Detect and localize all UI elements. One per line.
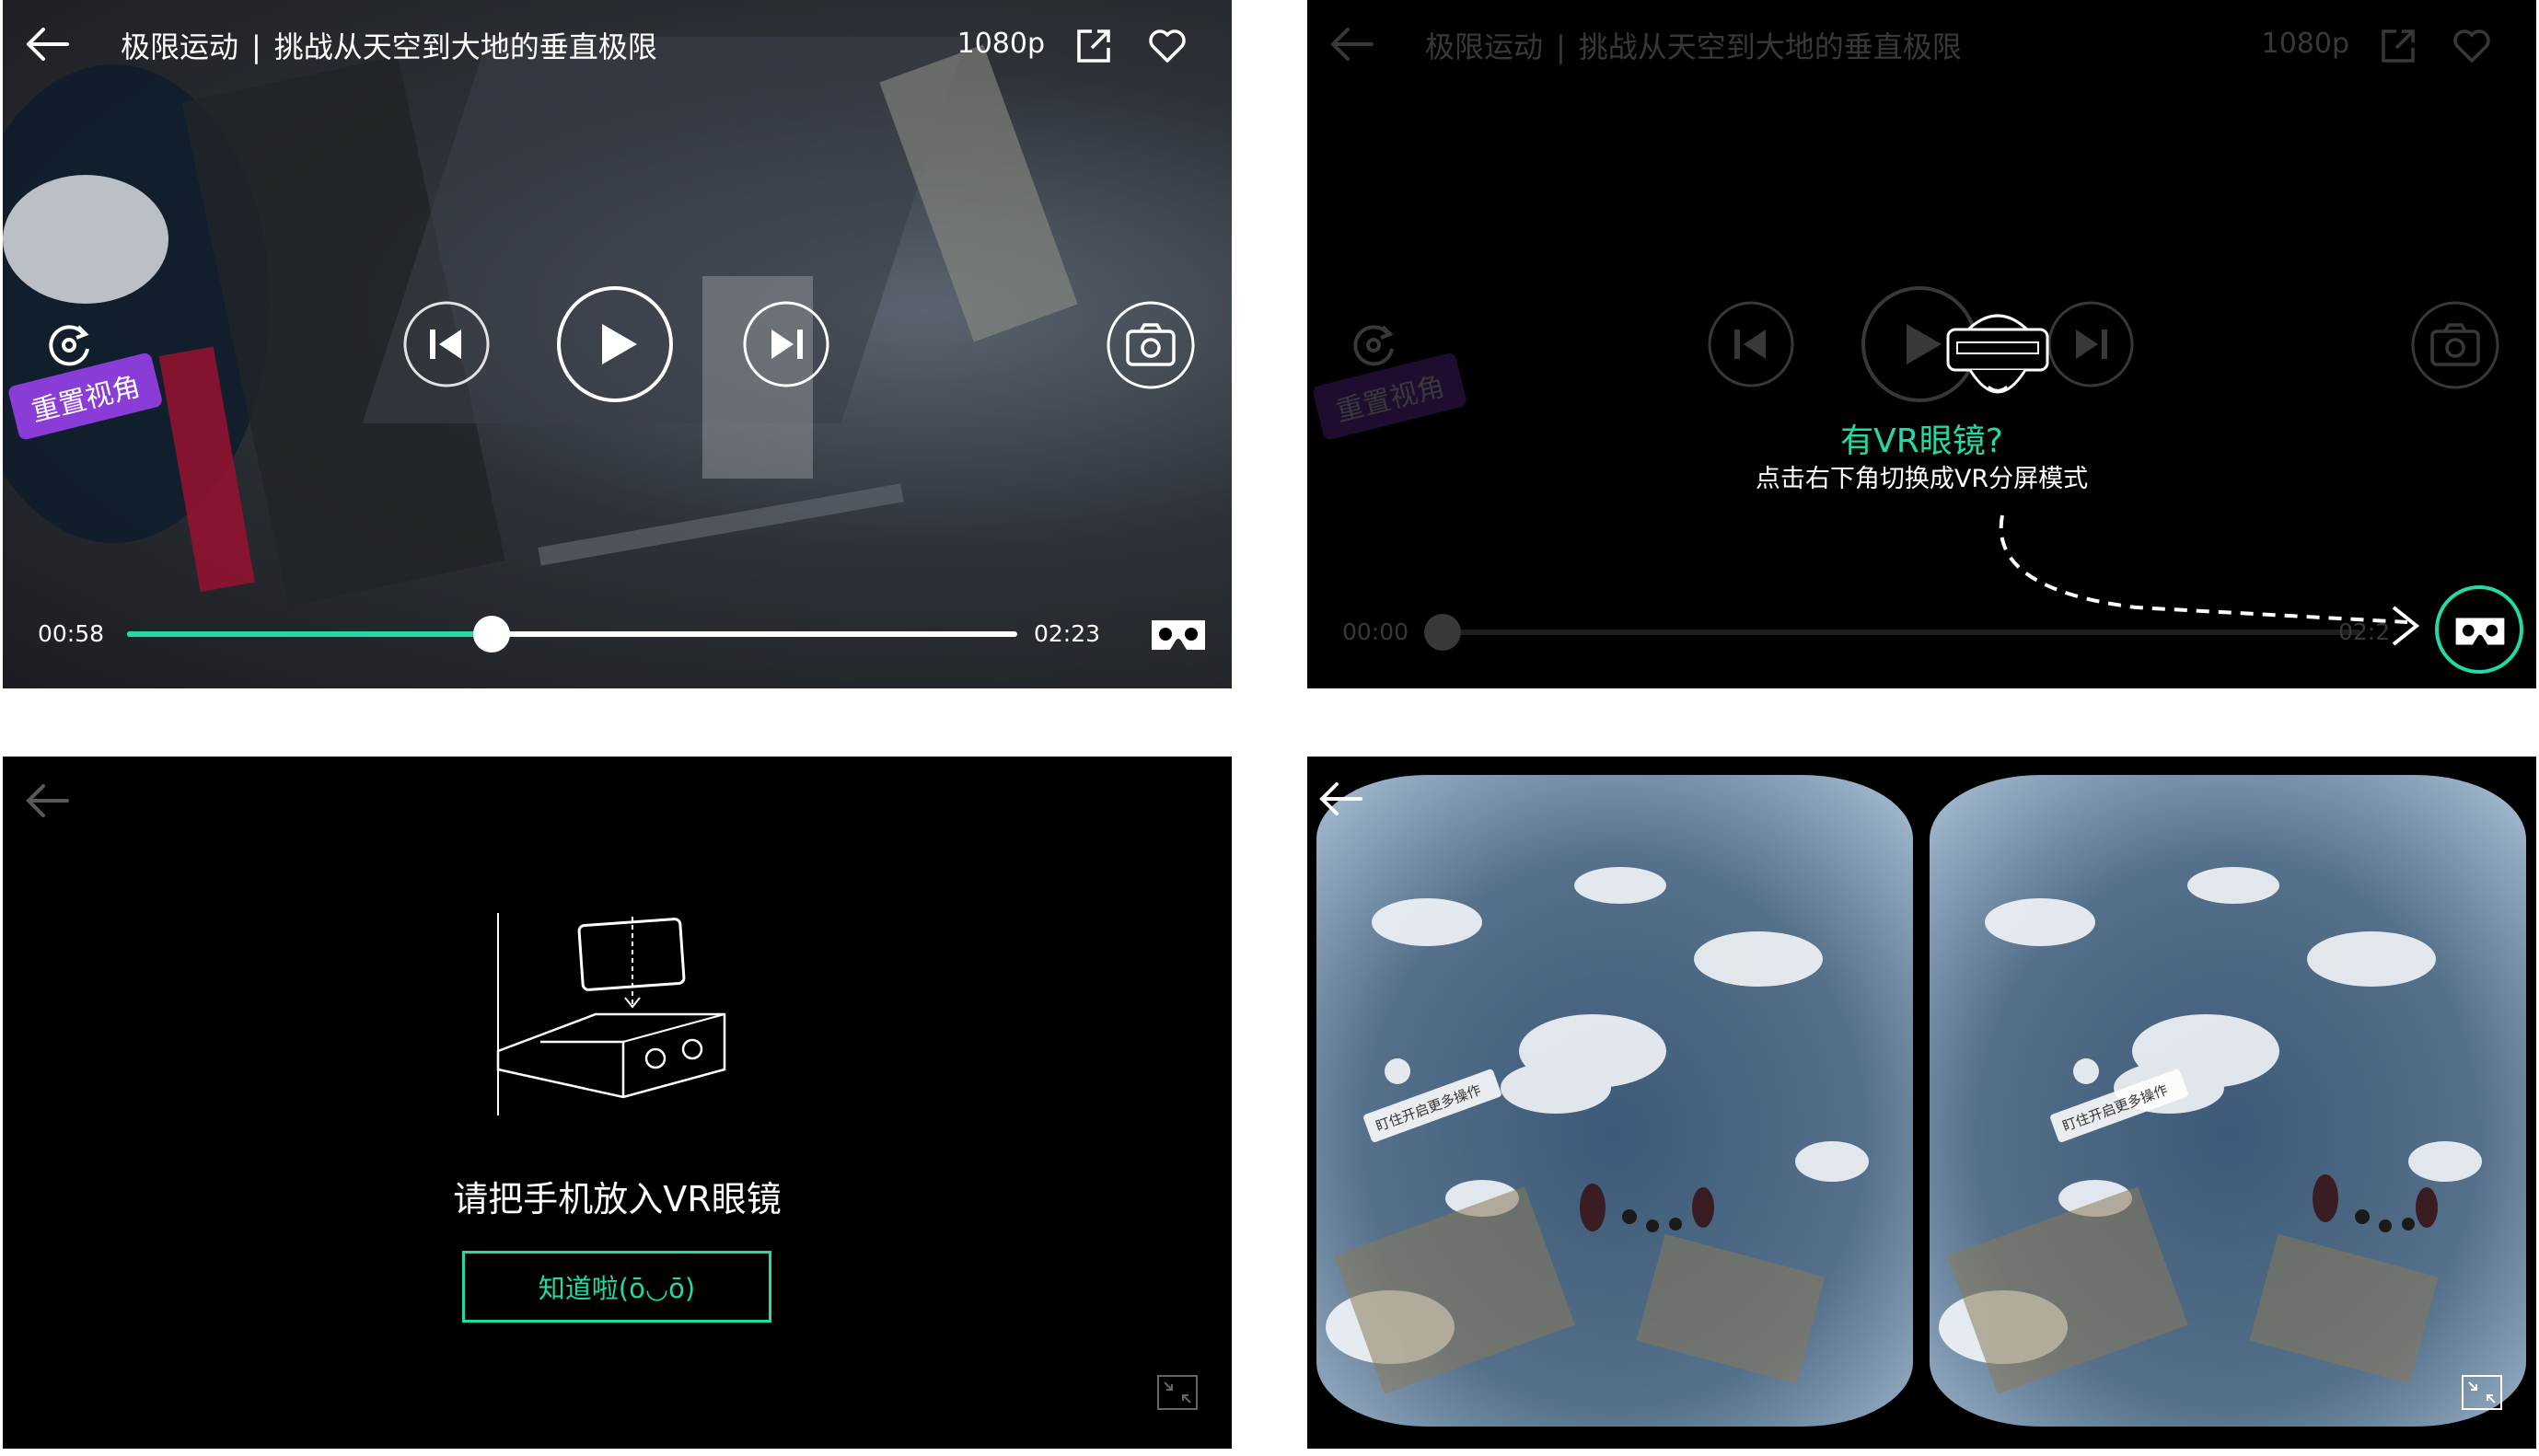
progress-fill xyxy=(127,631,493,637)
duration: 02:23 xyxy=(1034,620,1101,647)
dashed-arrow xyxy=(1999,514,2420,646)
back-icon[interactable] xyxy=(23,777,71,825)
back-icon[interactable] xyxy=(23,20,71,68)
top-bar: 极限运动 | 挑战从天空到大地的垂直极限 1080p xyxy=(3,0,1232,92)
title-category: 极限运动 xyxy=(121,29,239,64)
progress-track[interactable] xyxy=(127,616,1017,653)
title-separator: | xyxy=(251,29,261,64)
heart-icon[interactable] xyxy=(1147,26,1188,66)
shrink-icon[interactable] xyxy=(1157,1375,1198,1410)
camera-icon[interactable] xyxy=(1106,300,1196,390)
left-eye-view: 盯住开启更多操作 xyxy=(1316,775,1913,1427)
phone-setup-instruction: 请把手机放入VR眼镜 xyxy=(453,1179,782,1219)
reset-view-icon[interactable] xyxy=(41,318,97,373)
video-player-panel: 极限运动 | 挑战从天空到大地的垂直极限 1080p 重置视角 00:58 02… xyxy=(3,0,1232,688)
vr-tip-panel: 极限运动 | 挑战从天空到大地的垂直极限 1080p 重置视角 00:00 02… xyxy=(1307,0,2536,688)
shrink-icon[interactable] xyxy=(2462,1375,2502,1410)
current-time: 00:58 xyxy=(38,620,105,647)
vr-split-view-panel: 盯住开启更多操作 盯住开启更多操作 xyxy=(1307,757,2536,1449)
vr-glasses-icon xyxy=(2455,618,2505,645)
vr-glasses-icon[interactable] xyxy=(1148,615,1209,655)
quality-selector[interactable]: 1080p xyxy=(957,28,1045,60)
phone-setup-panel: 请把手机放入VR眼镜 知道啦(ō◡ō) xyxy=(3,757,1232,1449)
next-icon[interactable] xyxy=(742,300,830,388)
play-icon[interactable] xyxy=(556,285,674,403)
got-it-button[interactable]: 知道啦(ō◡ō) xyxy=(462,1251,771,1323)
share-icon[interactable] xyxy=(1073,26,1114,66)
right-eye-view: 盯住开启更多操作 xyxy=(1930,775,2526,1427)
title-main: 挑战从天空到大地的垂直极限 xyxy=(273,29,657,64)
video-title: 极限运动 | 挑战从天空到大地的垂直极限 xyxy=(121,24,657,66)
phone-in-headset-illustration-icon xyxy=(496,913,726,1115)
vr-mode-button[interactable] xyxy=(2435,585,2523,674)
back-icon[interactable] xyxy=(1316,775,1364,823)
previous-icon[interactable] xyxy=(402,300,491,388)
